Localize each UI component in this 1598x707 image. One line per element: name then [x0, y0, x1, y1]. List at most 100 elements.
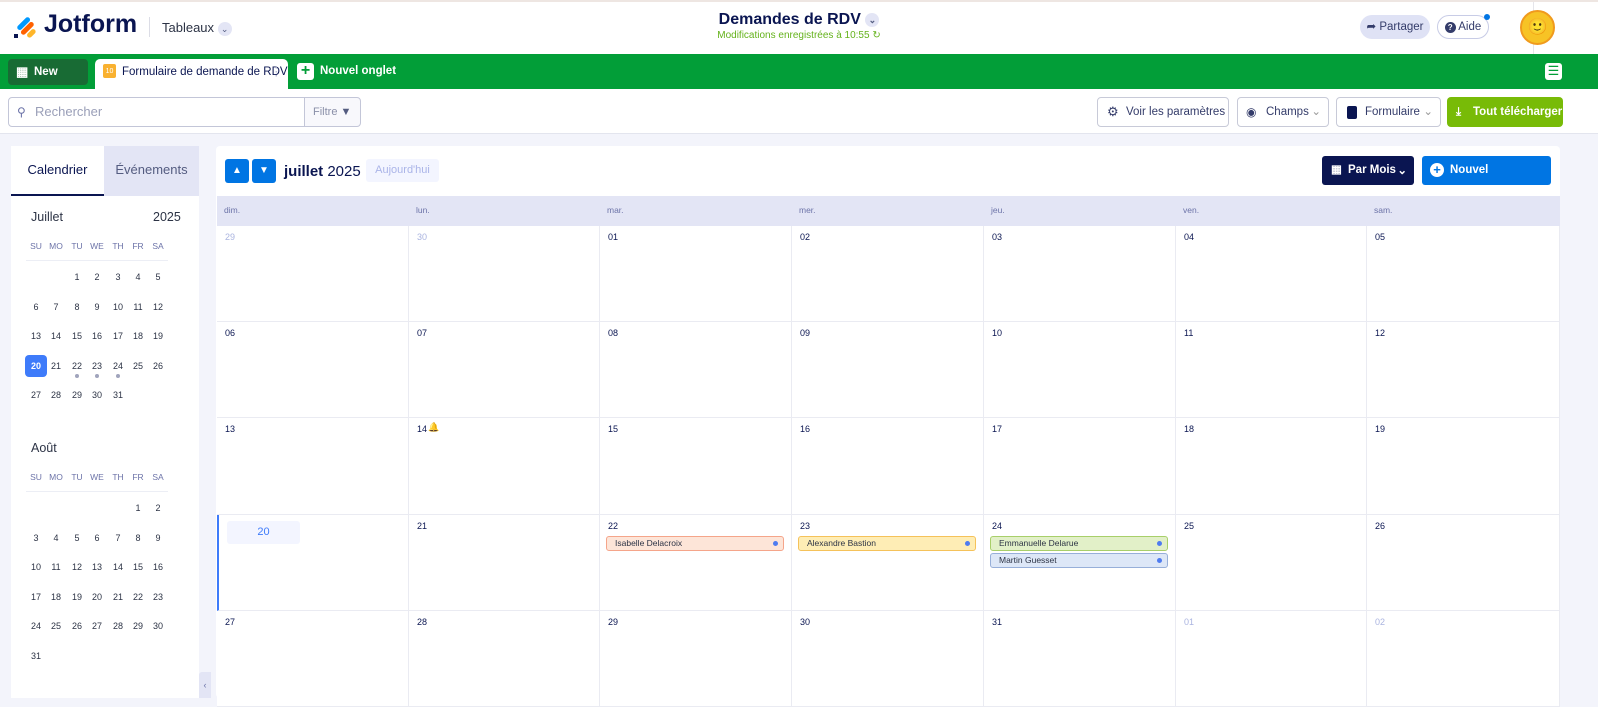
day-cell[interactable]: 02	[1367, 611, 1560, 707]
mini-day[interactable]: 30	[147, 615, 169, 637]
mini-day[interactable]: 4	[127, 266, 149, 288]
mini-day[interactable]: 25	[127, 355, 149, 377]
mini-day[interactable]: 27	[25, 384, 47, 406]
help-button[interactable]: ? Aide	[1437, 15, 1489, 39]
day-cell[interactable]: 13	[217, 418, 409, 515]
mini-day[interactable]: 9	[86, 296, 108, 318]
share-button[interactable]: ➦ Partager	[1360, 15, 1430, 39]
mini-day[interactable]: 6	[86, 527, 108, 549]
day-cell[interactable]: 04	[1176, 226, 1367, 322]
more-icon[interactable]: ⋮	[271, 59, 283, 85]
day-cell[interactable]: 14 🔔	[409, 418, 600, 515]
mini-day[interactable]: 13	[25, 325, 47, 347]
avatar[interactable]: 🙂	[1520, 10, 1555, 45]
mini-day[interactable]: 26	[66, 615, 88, 637]
mini-day[interactable]: 20	[86, 586, 108, 608]
mini-day[interactable]: 8	[127, 527, 149, 549]
view-dropdown[interactable]: ▦ Par Mois ⌄	[1322, 156, 1414, 185]
mini-day[interactable]: 16	[147, 556, 169, 578]
day-cell[interactable]: 21	[409, 515, 600, 611]
day-cell[interactable]: 26	[1367, 515, 1560, 611]
new-table-button[interactable]: ▦New Table	[8, 59, 88, 104]
mini-day[interactable]: 29	[127, 615, 149, 637]
mini-day[interactable]: 7	[107, 527, 129, 549]
add-tab-button[interactable]: Nouvel onglet	[320, 65, 396, 77]
mini-day[interactable]: 30	[86, 384, 108, 406]
day-cell[interactable]: 09	[792, 322, 984, 418]
mini-day[interactable]: 18	[45, 586, 67, 608]
mini-day[interactable]: 21	[107, 586, 129, 608]
plus-icon[interactable]: +	[297, 63, 314, 80]
day-cell[interactable]: 15	[600, 418, 792, 515]
mini-day[interactable]: 3	[25, 527, 47, 549]
day-cell[interactable]: 29	[600, 611, 792, 707]
tab-evenements[interactable]: Événements	[104, 146, 199, 196]
day-cell[interactable]: 07	[409, 322, 600, 418]
menu-icon[interactable]: ☰	[1545, 63, 1562, 80]
day-cell[interactable]: 24 Emmanuelle Delarue Martin Guesset	[984, 515, 1176, 611]
mini-day[interactable]: 6	[25, 296, 47, 318]
mini-day[interactable]: 22	[127, 586, 149, 608]
day-cell[interactable]: 10	[984, 322, 1176, 418]
day-cell[interactable]: 17	[984, 418, 1176, 515]
mini-day[interactable]: 26	[147, 355, 169, 377]
day-cell[interactable]: 16	[792, 418, 984, 515]
day-cell[interactable]: 25	[1176, 515, 1367, 611]
day-cell[interactable]: 29	[217, 226, 409, 322]
day-cell[interactable]: 19	[1367, 418, 1560, 515]
search-input[interactable]: ⚲ Rechercher	[8, 97, 305, 127]
mini-day[interactable]: 8	[66, 296, 88, 318]
mini-day[interactable]: 23	[147, 586, 169, 608]
mini-day[interactable]: 27	[86, 615, 108, 637]
day-cell[interactable]: 23 Alexandre Bastion	[792, 515, 984, 611]
tab-formulaire[interactable]: Formulaire de demande de RDV ⋮	[95, 59, 288, 89]
day-cell[interactable]: 28	[409, 611, 600, 707]
day-cell[interactable]: 31	[984, 611, 1176, 707]
mini-day[interactable]: 14	[45, 325, 67, 347]
mini-day[interactable]: 5	[147, 266, 169, 288]
day-cell[interactable]: 03	[984, 226, 1176, 322]
mini-day[interactable]: 11	[127, 296, 149, 318]
event-chip[interactable]: Emmanuelle Delarue	[990, 536, 1168, 551]
mini-day[interactable]: 4	[45, 527, 67, 549]
day-cell[interactable]: 02	[792, 226, 984, 322]
event-chip[interactable]: Alexandre Bastion	[798, 536, 976, 551]
day-cell[interactable]: 18	[1176, 418, 1367, 515]
event-chip[interactable]: Martin Guesset	[990, 553, 1168, 568]
mini-day[interactable]: 11	[45, 556, 67, 578]
mini-day[interactable]: 31	[107, 384, 129, 406]
mini-day[interactable]: 15	[66, 325, 88, 347]
mini-day[interactable]: 12	[147, 296, 169, 318]
fields-dropdown[interactable]: ◉ Champs ⌄	[1237, 97, 1329, 127]
mini-day[interactable]: 2	[86, 266, 108, 288]
mini-day[interactable]: 19	[66, 586, 88, 608]
mini-day[interactable]: 15	[127, 556, 149, 578]
today-button[interactable]: Aujourd'hui	[366, 159, 439, 182]
mini-day[interactable]: 17	[107, 325, 129, 347]
mini-day[interactable]: 28	[107, 615, 129, 637]
mini-day[interactable]: 10	[107, 296, 129, 318]
collapse-panel-button[interactable]: ‹	[199, 672, 211, 698]
mini-day[interactable]: 7	[45, 296, 67, 318]
mini-day[interactable]: 25	[45, 615, 67, 637]
event-chip[interactable]: Isabelle Delacroix	[606, 536, 784, 551]
mini-day[interactable]: 1	[127, 497, 149, 519]
mini-day[interactable]: 12	[66, 556, 88, 578]
day-cell[interactable]: 30	[792, 611, 984, 707]
mini-day[interactable]: 20	[25, 354, 47, 377]
day-cell[interactable]: 30	[409, 226, 600, 322]
mini-day[interactable]: 19	[147, 325, 169, 347]
next-month-button[interactable]: ▼	[252, 159, 276, 183]
mini-day[interactable]: 5	[66, 527, 88, 549]
day-cell[interactable]: 06	[217, 322, 409, 418]
day-cell[interactable]: 05	[1367, 226, 1560, 322]
settings-button[interactable]: ⚙ Voir les paramètres	[1097, 97, 1229, 127]
mini-day[interactable]: 10	[25, 556, 47, 578]
mini-day[interactable]: 29	[66, 384, 88, 406]
mini-day[interactable]: 3	[107, 266, 129, 288]
previous-month-button[interactable]: ▲	[225, 159, 249, 183]
page-title[interactable]: Demandes de RDV ⌄	[0, 11, 1598, 29]
day-cell[interactable]: 12	[1367, 322, 1560, 418]
mini-day[interactable]: 31	[25, 645, 47, 667]
mini-day[interactable]: 13	[86, 556, 108, 578]
